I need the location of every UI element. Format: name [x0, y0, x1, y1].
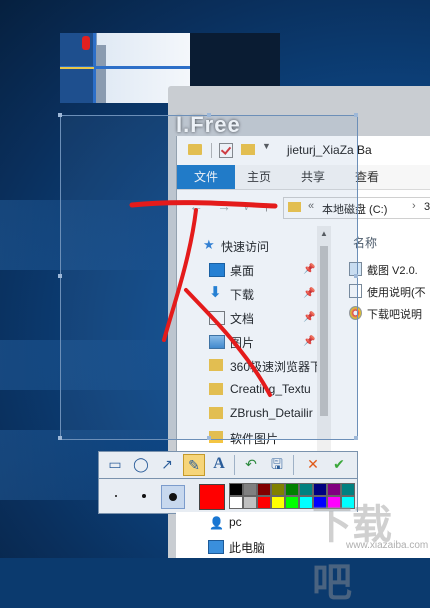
sidebar-item-this-pc[interactable]: 此电脑 [176, 534, 320, 558]
resize-handle[interactable] [354, 436, 358, 440]
list-item[interactable]: 下载吧说明 [349, 306, 430, 324]
watermark-url: www.xiazaiba.com [346, 540, 429, 551]
size-dot [115, 495, 117, 497]
color-swatch[interactable] [299, 496, 313, 509]
resize-handle[interactable] [207, 436, 211, 440]
resize-handle[interactable] [207, 113, 211, 117]
resize-handle[interactable] [58, 113, 62, 117]
sidebar-item-user[interactable]: 👤 pc [176, 512, 320, 536]
color-swatch[interactable] [229, 483, 243, 496]
rectangle-tool-icon[interactable]: ▭ [105, 454, 125, 474]
chevron-right-icon[interactable]: › [412, 200, 416, 212]
breadcrumb-next[interactable]: 36 [424, 201, 430, 213]
list-item[interactable]: 使用说明(不 [349, 284, 430, 302]
file-name: 使用说明(不 [367, 287, 426, 299]
size-medium-button[interactable] [133, 485, 155, 507]
user-icon: 👤 [209, 516, 224, 530]
undo-icon[interactable]: ↶ [241, 454, 261, 474]
list-item[interactable]: 截图 V2.0. [349, 262, 430, 280]
file-name: 下载吧说明 [367, 309, 422, 321]
divider [293, 455, 294, 475]
magnified-pixels [96, 45, 106, 103]
color-swatch[interactable] [285, 483, 299, 496]
color-swatch[interactable] [257, 496, 271, 509]
crosshair-marker [60, 67, 94, 69]
brush-tool-icon[interactable]: ✎ [183, 454, 205, 476]
arrow-tool-icon[interactable]: ↗ [157, 454, 177, 474]
resize-handle[interactable] [58, 436, 62, 440]
text-tool-icon[interactable]: A [209, 454, 229, 474]
ellipse-tool-icon[interactable]: ◯ [131, 454, 151, 474]
size-small-button[interactable] [105, 485, 127, 507]
sidebar-item-label: 此电脑 [229, 541, 266, 555]
computer-icon [208, 540, 224, 554]
current-color-swatch[interactable] [199, 484, 225, 510]
annotation-toolbar: ▭ ◯ ↗ ✎ A ↶ 🖫 ✕ ✔ [98, 451, 358, 479]
sidebar-item-label: pc [229, 515, 242, 529]
magnified-pixels [82, 36, 90, 50]
color-swatch[interactable] [243, 496, 257, 509]
file-name: 截图 V2.0. [367, 265, 418, 277]
color-swatch[interactable] [271, 496, 285, 509]
size-large-button[interactable] [161, 485, 185, 509]
color-swatch[interactable] [285, 496, 299, 509]
color-swatch[interactable] [271, 483, 285, 496]
color-swatch[interactable] [229, 496, 243, 509]
resize-handle[interactable] [354, 113, 358, 117]
size-dot [169, 493, 177, 501]
confirm-check-icon[interactable]: ✔ [329, 454, 349, 474]
cancel-icon[interactable]: ✕ [303, 454, 323, 474]
resize-handle[interactable] [354, 274, 358, 278]
color-swatch[interactable] [299, 483, 313, 496]
color-swatch[interactable] [243, 483, 257, 496]
save-icon[interactable]: 🖫 [267, 454, 287, 474]
divider [234, 455, 235, 475]
resize-handle[interactable] [58, 274, 62, 278]
capture-selection-area[interactable] [58, 113, 358, 440]
color-swatch[interactable] [257, 483, 271, 496]
size-dot [142, 494, 146, 498]
